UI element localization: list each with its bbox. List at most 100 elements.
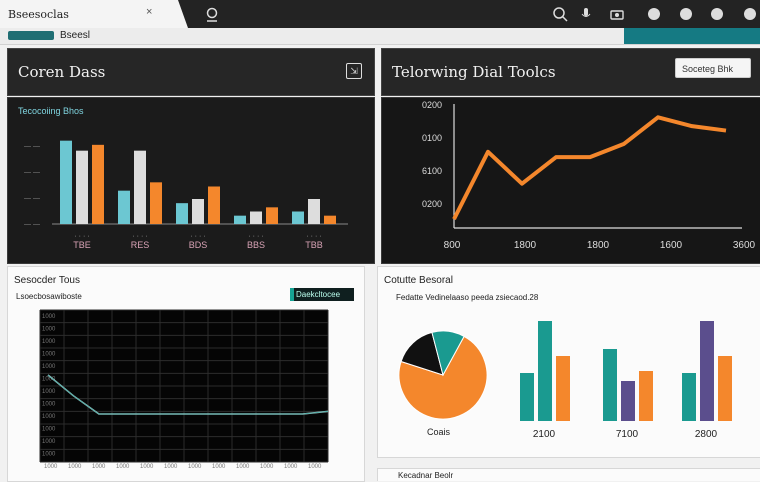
- y-tick-label: 1000: [42, 352, 56, 358]
- x-tick-label: 1000: [260, 464, 274, 470]
- bar: [682, 373, 696, 421]
- footer-text: Kecadnar Beolr: [398, 471, 454, 480]
- bar: [76, 150, 88, 224]
- tick-dots: · · · ·: [306, 233, 321, 240]
- tick-label: TBB: [305, 240, 323, 250]
- bar: [192, 199, 204, 224]
- x-tick-label: 1000: [140, 464, 154, 470]
- tab-title: Bseesoclas: [8, 8, 69, 21]
- x-tick-label: 800: [444, 240, 461, 251]
- bar: [308, 199, 320, 224]
- tick-dots: · · · ·: [132, 233, 147, 240]
- browser-tab[interactable]: Bseesoclas ×: [0, 0, 188, 28]
- y-tick-label: — —: [24, 221, 40, 228]
- menu-icon[interactable]: [744, 8, 756, 20]
- footer-panel: Kecadnar Beolr: [377, 468, 760, 481]
- y-tick-label: 1000: [42, 402, 56, 408]
- bar: [603, 349, 617, 421]
- bar: [520, 373, 534, 421]
- x-tick-label: 1000: [164, 464, 178, 470]
- search-icon[interactable]: [552, 6, 568, 22]
- y-tick-label: 1000: [42, 364, 56, 370]
- x-tick-label: 1800: [587, 240, 610, 251]
- y-tick-label: 1000: [42, 339, 56, 345]
- y-tick-label: 1000: [42, 452, 56, 458]
- x-tick-label: 1000: [188, 464, 202, 470]
- bar: [150, 182, 162, 224]
- x-tick-label: 2800: [695, 429, 718, 440]
- y-tick-label: 1000: [42, 414, 56, 420]
- y-tick-label: 0200: [422, 199, 442, 209]
- bar: [292, 211, 304, 224]
- series-line: [452, 115, 727, 221]
- bar: [250, 211, 262, 224]
- toolbar-label: Bseesl: [60, 30, 91, 41]
- bar: [134, 150, 146, 224]
- microphone-icon[interactable]: [578, 6, 594, 22]
- tick-dots: · · · ·: [190, 233, 205, 240]
- bar: [118, 190, 130, 224]
- bar: [92, 144, 104, 224]
- x-tick-label: 3600: [733, 240, 756, 251]
- accent-bar: [624, 28, 760, 44]
- y-tick-label: 1000: [42, 439, 56, 445]
- panel-top-left-body: Tecocoiing Bhos · · · · TBE · · · · RES · · …: [7, 97, 375, 264]
- tick-dots: · · · ·: [248, 233, 263, 240]
- export-icon[interactable]: ⇲: [346, 63, 362, 79]
- tick-label: BBS: [247, 240, 265, 250]
- bar: [718, 356, 732, 421]
- filter-button[interactable]: Daekcltocee: [290, 288, 354, 301]
- bar: [234, 215, 246, 224]
- profile-icon[interactable]: [711, 8, 723, 20]
- browser-top-bar: Bseesoclas ×: [0, 0, 760, 28]
- x-tick-label: 1000: [308, 464, 322, 470]
- y-tick-label: 0100: [422, 133, 442, 143]
- panel-bottom-right: Cotutte Besoral Fedatte Vedinelaaso peed…: [377, 266, 760, 458]
- x-tick-label: 1000: [68, 464, 82, 470]
- bar: [324, 215, 336, 224]
- x-tick-label: 1000: [284, 464, 298, 470]
- line-chart-tr: 0200 0100 6100 0200 800 1800 1800 1600 3600: [422, 100, 756, 251]
- bar: [556, 356, 570, 421]
- tick-label: BDS: [189, 240, 208, 250]
- y-tick-label: 1000: [42, 389, 56, 395]
- y-tick-label: — —: [24, 169, 40, 176]
- y-tick-label: 1000: [42, 314, 56, 320]
- y-tick-label: 6100: [422, 166, 442, 176]
- bar: [639, 371, 653, 421]
- panel-title: Telorwing Dial Toolcs: [392, 63, 556, 81]
- bar: [266, 207, 278, 224]
- x-tick-label: 1000: [44, 464, 58, 470]
- y-tick-label: 1000: [42, 327, 56, 333]
- camera-icon[interactable]: [609, 6, 625, 22]
- x-tick-label: 1000: [92, 464, 106, 470]
- strip-badge[interactable]: [8, 31, 54, 40]
- x-tick-label: 1600: [660, 240, 683, 251]
- panel-top-left-header: Coren Dass ⇲: [7, 48, 375, 96]
- tick-label: TBE: [73, 240, 91, 250]
- bar: [176, 203, 188, 224]
- settings-icon[interactable]: [680, 8, 692, 20]
- tick-dots: · · · ·: [74, 233, 89, 240]
- tick-label: RES: [131, 240, 150, 250]
- x-tick-label: 1800: [514, 240, 537, 251]
- bar: [621, 381, 635, 421]
- x-tick-label: 1000: [236, 464, 250, 470]
- user-icon[interactable]: [204, 6, 220, 22]
- bar: [538, 321, 552, 421]
- y-tick-label: 1000: [42, 427, 56, 433]
- x-tick-label: 7100: [616, 429, 639, 440]
- panel-title: Coren Dass: [18, 63, 106, 81]
- close-icon[interactable]: ×: [146, 6, 160, 20]
- panel-top-right-body: 0200 0100 6100 0200 800 1800 1800 1600 3600: [381, 97, 760, 264]
- notification-icon[interactable]: [648, 8, 660, 20]
- y-tick-label: — —: [24, 195, 40, 202]
- bar: [208, 186, 220, 224]
- x-tick-label: 2100: [533, 429, 556, 440]
- bar: [700, 321, 714, 421]
- bar-chart-tl: · · · ·TBE· · · ·RES· · · ·BDS· · · ·BBS…: [24, 140, 348, 250]
- sort-button[interactable]: Soceteg Bhk: [675, 58, 751, 78]
- x-tick-label: 1000: [116, 464, 130, 470]
- bar: [60, 140, 72, 224]
- y-tick-label: — —: [24, 143, 40, 150]
